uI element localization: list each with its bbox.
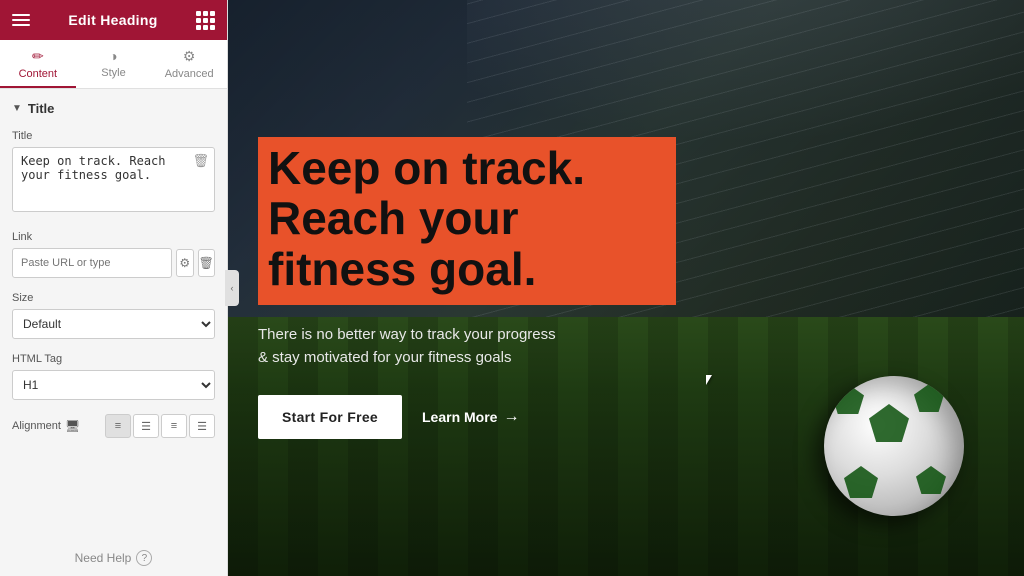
hero-heading-line1: Keep on track. xyxy=(268,142,585,194)
main-preview-area: Keep on track. Reach your fitness goal. … xyxy=(228,0,1024,576)
panel-header: Edit Heading xyxy=(0,0,227,40)
align-center-button[interactable]: ☰ xyxy=(133,414,159,438)
alignment-row: Alignment 🖥 ≡ ☰ ≡ ☰ xyxy=(12,414,215,438)
help-icon[interactable]: ? xyxy=(136,550,152,566)
hero-description: There is no better way to track your pro… xyxy=(258,323,676,370)
align-left-button[interactable]: ≡ xyxy=(105,414,131,438)
title-textarea[interactable]: Keep on track. Reach your fitness goal. xyxy=(12,147,215,212)
hero-desc-line1: There is no better way to track your pro… xyxy=(258,326,556,343)
learn-more-button[interactable]: Learn More → xyxy=(422,408,519,426)
panel-collapse-handle[interactable]: ‹ xyxy=(225,270,239,306)
tab-style-label: Style xyxy=(101,67,125,79)
html-tag-field-label: HTML Tag xyxy=(12,353,215,365)
link-input[interactable] xyxy=(12,248,172,278)
link-trash-button[interactable]: 🗑 xyxy=(198,249,216,277)
learn-more-label: Learn More xyxy=(422,409,497,425)
learn-more-arrow-icon: → xyxy=(503,408,519,426)
size-field-group: Size Default Small Medium Large XL XXL xyxy=(12,292,215,339)
need-help-label: Need Help xyxy=(75,551,132,565)
align-right-button[interactable]: ≡ xyxy=(161,414,187,438)
title-field-group: Title Keep on track. Reach your fitness … xyxy=(12,130,215,217)
alignment-field-group: Alignment 🖥 ≡ ☰ ≡ ☰ xyxy=(12,414,215,438)
section-title-label: Title xyxy=(28,101,55,116)
ball-patch-5 xyxy=(916,466,946,494)
need-help-section: Need Help ? xyxy=(0,540,227,576)
tab-content[interactable]: ✏ Content xyxy=(0,40,76,88)
hero-heading-line2: Reach your xyxy=(268,192,519,244)
tab-advanced[interactable]: ⚙ Advanced xyxy=(151,40,227,88)
link-row: ⚙ 🗑 xyxy=(12,248,215,278)
title-trash-button[interactable]: 🗑 xyxy=(192,153,209,169)
tab-bar: ✏ Content ◑ Style ⚙ Advanced xyxy=(0,40,227,89)
style-tab-icon: ◑ xyxy=(109,48,117,64)
link-field-label: Link xyxy=(12,231,215,243)
content-tab-icon: ✏ xyxy=(32,48,44,65)
alignment-label: Alignment 🖥 xyxy=(12,419,97,433)
align-justify-button[interactable]: ☰ xyxy=(189,414,215,438)
alignment-buttons: ≡ ☰ ≡ ☰ xyxy=(105,414,215,438)
size-select[interactable]: Default Small Medium Large XL XXL xyxy=(12,309,215,339)
advanced-tab-icon: ⚙ xyxy=(183,48,196,65)
tab-content-label: Content xyxy=(19,68,58,80)
soccer-ball xyxy=(824,376,964,516)
hero-heading-block: Keep on track. Reach your fitness goal. xyxy=(258,137,676,305)
hero-button-row: Start For Free Learn More → xyxy=(258,395,676,439)
start-for-free-button[interactable]: Start For Free xyxy=(258,395,402,439)
html-tag-field-group: HTML Tag H1 H2 H3 H4 H5 H6 div span p xyxy=(12,353,215,400)
title-textarea-wrap: Keep on track. Reach your fitness goal. … xyxy=(12,147,215,217)
tab-advanced-label: Advanced xyxy=(165,68,214,80)
hero-desc-line2: & stay motivated for your fitness goals xyxy=(258,349,511,366)
tab-style[interactable]: ◑ Style xyxy=(76,40,152,88)
panel-body: ▼ Title Title Keep on track. Reach your … xyxy=(0,89,227,540)
left-panel: Edit Heading ✏ Content ◑ Style ⚙ Advance… xyxy=(0,0,228,576)
html-tag-select[interactable]: H1 H2 H3 H4 H5 H6 div span p xyxy=(12,370,215,400)
section-arrow-icon: ▼ xyxy=(12,103,22,114)
content-overlay: Keep on track. Reach your fitness goal. … xyxy=(228,0,706,576)
size-field-label: Size xyxy=(12,292,215,304)
ball-patch-1 xyxy=(869,404,909,442)
alignment-label-text: Alignment xyxy=(12,420,61,432)
ball-patch-4 xyxy=(844,466,878,498)
alignment-monitor-icon: 🖥 xyxy=(65,419,80,433)
panel-title: Edit Heading xyxy=(68,12,157,28)
section-title-title: ▼ Title xyxy=(12,101,215,116)
hamburger-menu-icon[interactable] xyxy=(12,14,30,26)
link-field-group: Link ⚙ 🗑 xyxy=(12,231,215,278)
hero-heading-line3: fitness goal. xyxy=(268,243,536,295)
hero-heading-text: Keep on track. Reach your fitness goal. xyxy=(268,143,666,295)
link-settings-button[interactable]: ⚙ xyxy=(176,249,194,277)
title-field-label: Title xyxy=(12,130,215,142)
grid-menu-icon[interactable] xyxy=(196,11,215,30)
